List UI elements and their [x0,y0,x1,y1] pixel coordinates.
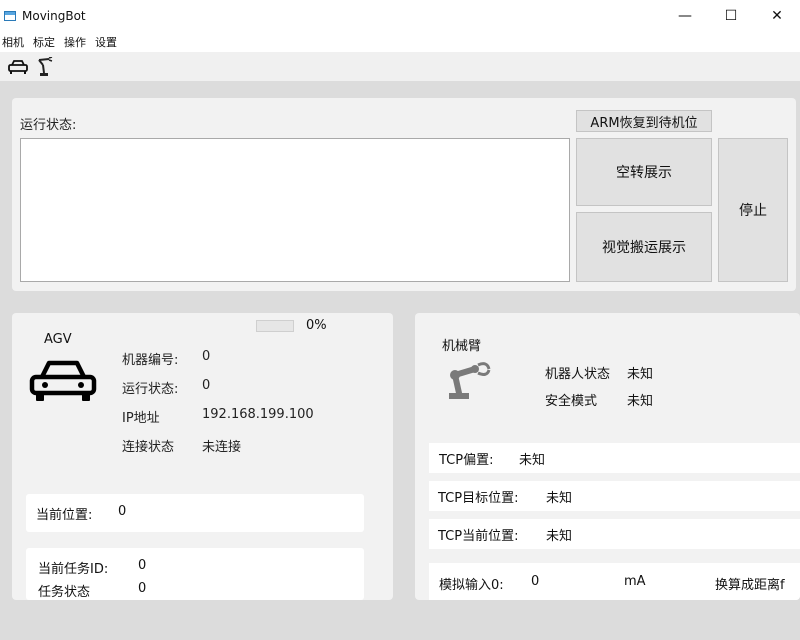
agv-run-state-label: 运行状态: [122,382,179,397]
toolbar-agv-button[interactable] [6,55,30,79]
stop-button[interactable]: 停止 [718,138,788,282]
analog-input-label: 模拟输入0: [439,578,504,593]
agv-progress-text: 0% [306,318,327,333]
agv-title: AGV [44,332,72,347]
robot-state-value: 未知 [627,367,654,382]
agv-task-state-row: 任务状态 0 [38,581,146,600]
tcp-target-label: TCP目标位置: [438,490,519,506]
arm-title: 机械臂 [442,339,482,354]
tcp-target-value: 未知 [546,490,573,506]
agv-connection-row: 连接状态 未连接 [122,436,241,455]
toolbar [0,52,800,82]
agv-ip-value: 192.168.199.100 [202,407,314,422]
window-controls: — ☐ ✕ [662,0,800,32]
agv-progress-bar [256,320,294,332]
agv-task-id-label: 当前任务ID: [38,562,109,577]
agv-connection-label: 连接状态 [122,440,175,455]
analog-convert-label: 换算成距离f [715,578,785,593]
arm-reset-button[interactable]: ARM恢复到待机位 [576,110,712,132]
agv-id-label: 机器编号: [122,353,179,368]
app-icon [4,11,16,21]
agv-run-state-row: 运行状态: 0 [122,378,210,397]
agv-task-panel: 当前任务ID: 0 任务状态 0 [26,548,364,600]
agv-ip-label: IP地址 [122,411,160,426]
safety-mode-label: 安全模式 [545,394,598,409]
idle-demo-button[interactable]: 空转展示 [576,138,712,206]
agv-position-row: 当前位置: 0 [36,504,126,523]
agv-position-panel: 当前位置: 0 [26,494,364,532]
agv-ip-row: IP地址 192.168.199.100 [122,407,314,426]
tcp-target-row: TCP目标位置: 未知 [429,481,800,511]
robot-state-row: 机器人状态 未知 [545,363,653,382]
close-button[interactable]: ✕ [754,0,800,32]
tcp-offset-value: 未知 [519,452,546,468]
agv-id-row: 机器编号: 0 [122,349,210,368]
agv-position-label: 当前位置: [36,508,93,523]
car-icon [8,59,28,74]
maximize-button[interactable]: ☐ [708,0,754,32]
safety-mode-value: 未知 [627,394,654,409]
tcp-current-row: TCP当前位置: 未知 [429,519,800,549]
vision-demo-button[interactable]: 视觉搬运展示 [576,212,712,282]
agv-position-value: 0 [118,504,127,519]
toolbar-arm-button[interactable] [34,55,58,79]
main-area: 运行状态: ARM恢复到待机位 空转展示 视觉搬运展示 停止 AGV 0% 机器… [0,82,800,640]
agv-task-state-label: 任务状态 [38,585,91,600]
agv-id-value: 0 [202,349,211,364]
menu-calibration[interactable]: 标定 [29,34,60,50]
agv-panel: AGV 0% 机器编号: 0 运行状态: 0 IP地址 192.168.199.… [12,313,393,600]
tcp-current-label: TCP当前位置: [438,528,519,544]
agv-connection-value: 未连接 [202,440,242,455]
agv-run-state-value: 0 [202,378,211,393]
menu-camera[interactable]: 相机 [0,34,29,50]
status-log[interactable] [20,138,570,282]
tcp-current-value: 未知 [546,528,573,544]
tcp-offset-row: TCP偏置: 未知 [429,443,800,473]
robot-arm-icon [449,362,491,399]
agv-task-state-value: 0 [138,581,147,596]
status-label: 运行状态: [20,118,77,133]
analog-input-unit: mA [624,574,646,589]
agv-task-id-value: 0 [138,558,147,573]
status-panel: 运行状态: ARM恢复到待机位 空转展示 视觉搬运展示 停止 [12,98,796,291]
robot-arm-icon [38,56,53,76]
menu-bar: 相机 标定 操作 设置 [0,32,800,52]
minimize-button[interactable]: — [662,0,708,32]
analog-input-value: 0 [531,574,540,589]
safety-mode-row: 安全模式 未知 [545,390,653,409]
title-bar: MovingBot — ☐ ✕ [0,0,800,32]
analog-input-row: 模拟输入0: 0 mA 换算成距离f [429,563,800,600]
agv-task-id-row: 当前任务ID: 0 [38,558,146,577]
car-icon [29,360,97,401]
tcp-offset-label: TCP偏置: [439,452,494,468]
robot-state-label: 机器人状态 [545,367,611,382]
menu-operation[interactable]: 操作 [60,34,91,50]
window-title: MovingBot [22,9,86,23]
menu-settings[interactable]: 设置 [91,34,122,50]
arm-panel: 机械臂 机器人状态 未知 安全模式 未知 TCP偏置: 未知 TCP目标位置: … [415,313,800,600]
